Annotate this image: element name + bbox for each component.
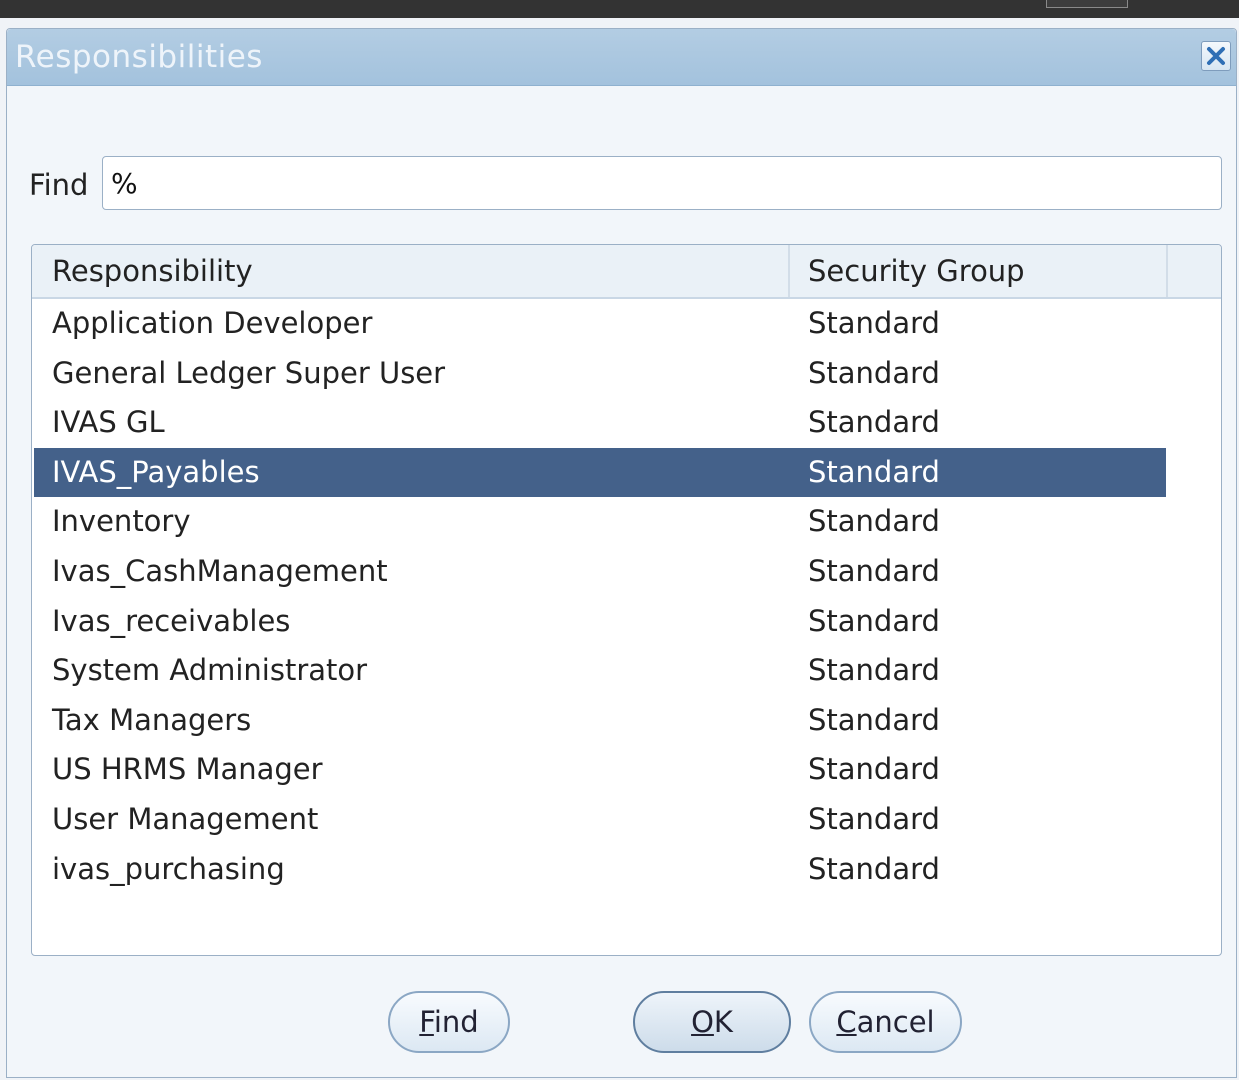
table-row-selected[interactable]: IVAS_Payables Standard [34,447,1166,498]
table-row[interactable]: Ivas_CashManagement Standard [34,547,1166,597]
security-group-cell: Standard [808,801,940,836]
list-header: Responsibility Security Group [32,245,1221,299]
responsibility-cell: User Management [52,801,319,836]
table-row[interactable]: IVAS GL Standard [34,398,1166,448]
responsibility-cell: IVAS GL [52,405,165,440]
security-group-cell: Standard [808,603,940,638]
find-button[interactable]: Find [388,991,510,1053]
security-group-cell: Standard [808,355,940,390]
list-rows: Application Developer Standard General L… [34,299,1166,894]
responsibility-cell: Ivas_CashManagement [52,553,388,588]
security-group-cell: Standard [808,553,940,588]
security-group-cell: Standard [808,306,940,340]
table-row[interactable]: Application Developer Standard [34,299,1166,349]
security-group-cell: Standard [808,405,940,440]
responsibility-cell: Tax Managers [52,702,252,737]
responsibility-cell: General Ledger Super User [52,355,446,390]
responsibility-list: Responsibility Security Group Applicatio… [31,244,1222,956]
table-row[interactable]: US HRMS Manager Standard [34,745,1166,795]
responsibility-cell: IVAS_Payables [52,454,260,489]
responsibility-cell: US HRMS Manager [52,752,323,787]
close-icon [1207,47,1225,65]
responsibility-cell: ivas_purchasing [52,851,285,886]
security-group-cell: Standard [808,653,940,688]
table-row[interactable]: General Ledger Super User Standard [34,349,1166,399]
column-header-spacer [1168,245,1221,297]
close-button[interactable] [1201,41,1231,71]
table-row[interactable]: Tax Managers Standard [34,696,1166,746]
ok-button-label: K [713,1005,733,1039]
cancel-button-label: ancel [856,1005,935,1039]
dialog-title: Responsibilities [15,39,263,75]
responsibility-cell: Application Developer [52,306,373,340]
column-header-responsibility[interactable]: Responsibility [32,245,790,297]
ok-button-mnemonic: O [691,1005,714,1039]
security-group-cell: Standard [808,454,940,489]
responsibility-cell: Ivas_receivables [52,603,291,638]
ok-button[interactable]: OK [633,991,791,1053]
find-button-mnemonic: F [419,1005,434,1039]
find-label: Find [29,168,89,202]
top-bar-button[interactable] [1046,0,1128,8]
cancel-button-mnemonic: C [836,1005,857,1039]
responsibility-cell: Inventory [52,504,191,539]
security-group-cell: Standard [808,504,940,539]
column-header-security-group[interactable]: Security Group [790,245,1168,297]
find-input[interactable] [102,156,1222,210]
security-group-cell: Standard [808,702,940,737]
find-button-label: ind [433,1005,479,1039]
table-row[interactable]: System Administrator Standard [34,646,1166,696]
security-group-cell: Standard [808,752,940,787]
table-row[interactable]: ivas_purchasing Standard [34,845,1166,895]
dialog-titlebar: Responsibilities [7,29,1236,86]
responsibility-cell: System Administrator [52,653,368,688]
top-window-bar [0,0,1239,18]
table-row[interactable]: Inventory Standard [34,497,1166,547]
security-group-cell: Standard [808,851,940,886]
responsibilities-dialog: Responsibilities Find Responsibility Sec… [6,28,1237,1078]
table-row[interactable]: User Management Standard [34,795,1166,845]
cancel-button[interactable]: Cancel [809,991,962,1053]
table-row[interactable]: Ivas_receivables Standard [34,597,1166,647]
